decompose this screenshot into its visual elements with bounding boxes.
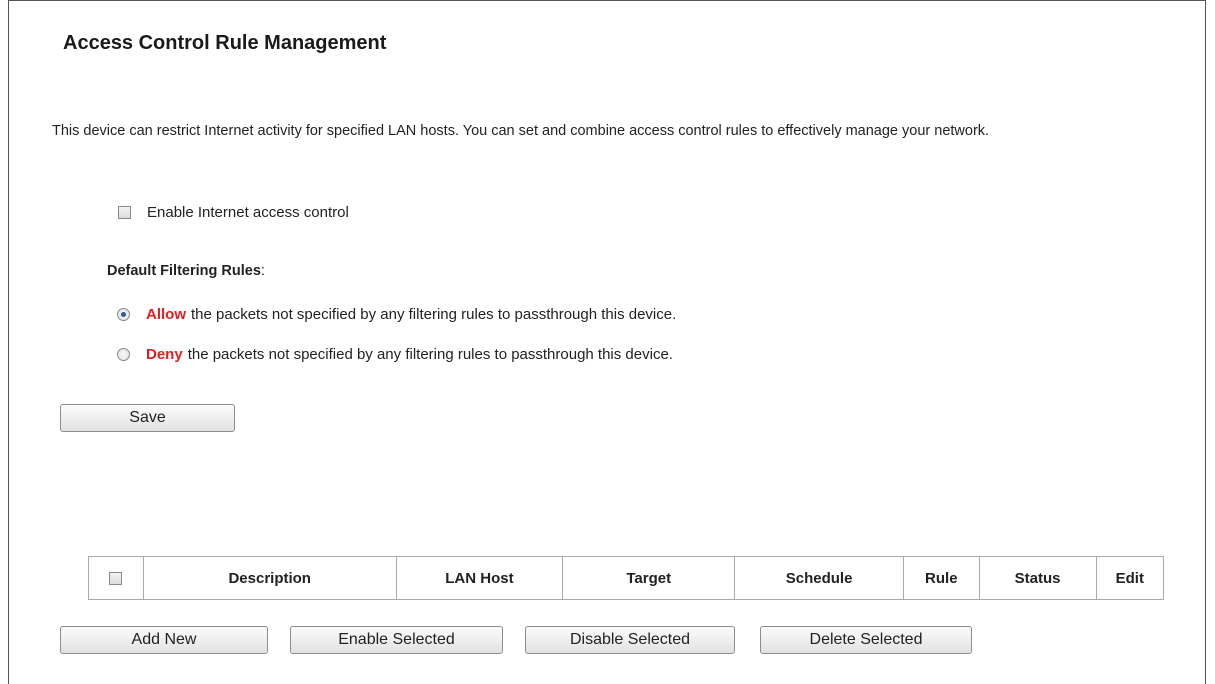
col-schedule: Schedule bbox=[734, 556, 904, 600]
allow-radio[interactable] bbox=[117, 307, 130, 321]
disable-selected-button[interactable]: Disable Selected bbox=[525, 626, 735, 654]
allow-keyword: Allow bbox=[146, 305, 186, 323]
delete-selected-button[interactable]: Delete Selected bbox=[760, 626, 972, 654]
col-edit: Edit bbox=[1095, 556, 1165, 600]
enable-access-control-label: Enable Internet access control bbox=[147, 203, 349, 221]
table-header-row: Description LAN Host Target Schedule Rul… bbox=[88, 556, 1165, 600]
add-new-button[interactable]: Add New bbox=[60, 626, 268, 654]
default-filtering-rules-heading: Default Filtering Rules: bbox=[107, 263, 265, 279]
save-button[interactable]: Save bbox=[60, 404, 235, 432]
col-lan-host: LAN Host bbox=[395, 556, 564, 600]
col-target: Target bbox=[562, 556, 736, 600]
intro-text: This device can restrict Internet activi… bbox=[52, 123, 990, 139]
deny-option-text: the packets not specified by any filteri… bbox=[187, 345, 673, 363]
select-all-cell bbox=[88, 556, 144, 600]
deny-keyword: Deny bbox=[146, 345, 183, 363]
allow-option-text: the packets not specified by any filteri… bbox=[191, 305, 677, 323]
enable-access-control-row[interactable]: Enable Internet access control bbox=[118, 202, 349, 222]
rules-table: Description LAN Host Target Schedule Rul… bbox=[88, 556, 1165, 600]
select-all-checkbox[interactable] bbox=[109, 572, 123, 586]
col-rule: Rule bbox=[903, 556, 980, 600]
default-filtering-rules-label: Default Filtering Rules bbox=[107, 263, 261, 279]
enable-selected-button[interactable]: Enable Selected bbox=[290, 626, 503, 654]
col-status: Status bbox=[978, 556, 1097, 600]
deny-option-row[interactable]: Deny the packets not specified by any fi… bbox=[117, 344, 673, 364]
allow-option-row[interactable]: Allow the packets not specified by any f… bbox=[117, 304, 676, 324]
col-description: Description bbox=[142, 556, 397, 600]
enable-access-control-checkbox[interactable] bbox=[118, 205, 131, 219]
deny-radio[interactable] bbox=[117, 347, 130, 361]
page-title: Access Control Rule Management bbox=[63, 32, 387, 54]
